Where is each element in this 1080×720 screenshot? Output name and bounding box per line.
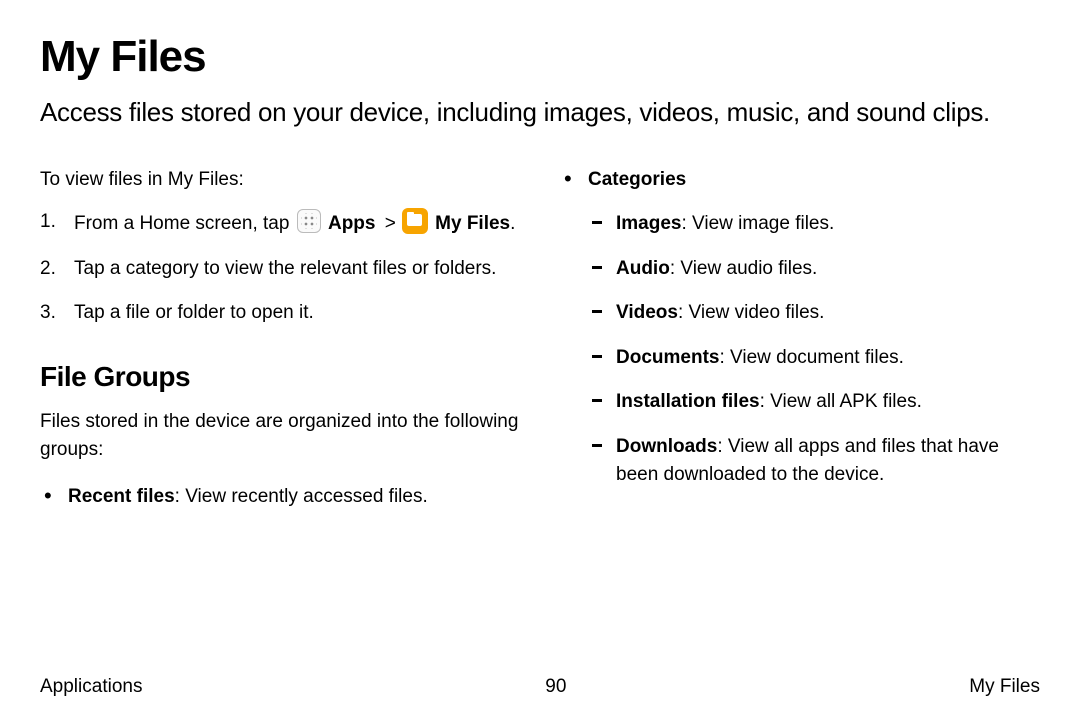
step-1-pre: From a Home screen, tap: [74, 213, 295, 234]
step-2: Tap a category to view the relevant file…: [40, 255, 520, 284]
category-documents-label: Documents: [616, 347, 719, 368]
recent-files-item: Recent files: View recently accessed fil…: [40, 483, 520, 512]
content-columns: To view files in My Files: From a Home s…: [40, 166, 1040, 528]
category-audio-label: Audio: [616, 258, 670, 279]
category-videos-desc: : View video files.: [678, 302, 824, 323]
page-title: My Files: [40, 32, 1040, 82]
step-1-myfiles-label: My Files: [435, 213, 510, 234]
category-downloads-label: Downloads: [616, 436, 717, 457]
page-footer: Applications 90 My Files: [40, 676, 1040, 698]
category-audio-desc: : View audio files.: [670, 258, 818, 279]
step-1: From a Home screen, tap Apps > My Files.: [40, 208, 520, 239]
folder-icon: [402, 208, 428, 234]
category-videos-label: Videos: [616, 302, 678, 323]
left-column: To view files in My Files: From a Home s…: [40, 166, 520, 528]
category-audio: Audio: View audio files.: [588, 255, 1040, 284]
category-images-desc: : View image files.: [681, 213, 834, 234]
intro-text: To view files in My Files:: [40, 166, 520, 195]
category-videos: Videos: View video files.: [588, 299, 1040, 328]
categories-list: Categories Images: View image files. Aud…: [560, 166, 1040, 490]
category-documents: Documents: View document files.: [588, 344, 1040, 373]
category-installation: Installation files: View all APK files.: [588, 388, 1040, 417]
category-documents-desc: : View document files.: [719, 347, 903, 368]
section-heading-file-groups: File Groups: [40, 356, 520, 398]
file-groups-list: Recent files: View recently accessed fil…: [40, 483, 520, 512]
categories-label: Categories: [588, 169, 686, 190]
step-1-apps-label: Apps: [328, 213, 376, 234]
footer-right: My Files: [969, 676, 1040, 698]
categories-sublist: Images: View image files. Audio: View au…: [588, 210, 1040, 490]
step-3: Tap a file or folder to open it.: [40, 299, 520, 328]
category-images-label: Images: [616, 213, 681, 234]
chevron-right-icon: >: [385, 210, 396, 239]
categories-item: Categories Images: View image files. Aud…: [560, 166, 1040, 490]
category-images: Images: View image files.: [588, 210, 1040, 239]
right-column: Categories Images: View image files. Aud…: [560, 166, 1040, 528]
category-downloads: Downloads: View all apps and files that …: [588, 433, 1040, 490]
category-installation-desc: : View all APK files.: [760, 391, 922, 412]
recent-files-desc: : View recently accessed files.: [175, 486, 428, 507]
page-subtitle: Access files stored on your device, incl…: [40, 96, 1040, 130]
apps-icon: [297, 209, 321, 233]
step-1-end: .: [510, 213, 515, 234]
category-installation-label: Installation files: [616, 391, 760, 412]
recent-files-label: Recent files: [68, 486, 175, 507]
footer-page-number: 90: [545, 676, 566, 698]
footer-left: Applications: [40, 676, 142, 698]
steps-list: From a Home screen, tap Apps > My Files.…: [40, 208, 520, 328]
section-desc: Files stored in the device are organized…: [40, 408, 520, 465]
